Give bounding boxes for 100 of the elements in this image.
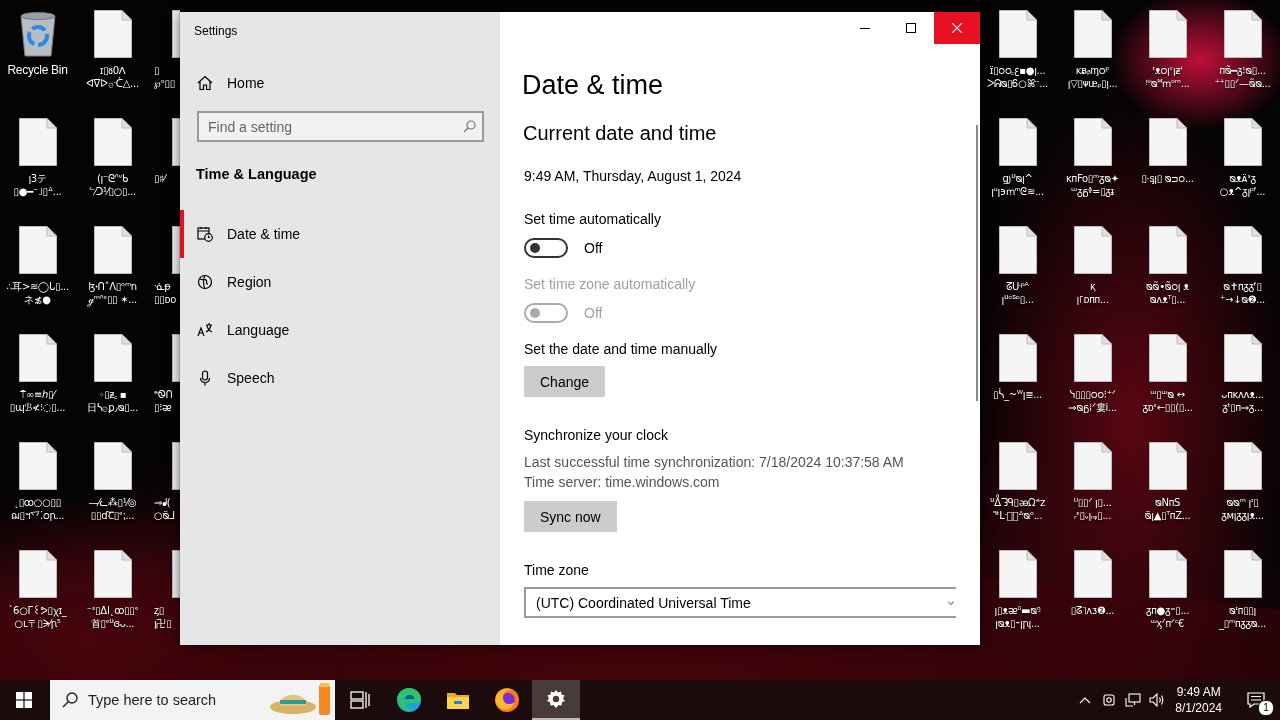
document-icon[interactable] <box>93 334 132 382</box>
icon-label[interactable]: Recycle Bin <box>7 64 68 77</box>
icon-label[interactable]: ᓭ▯▯▯ᴑᴑ⁝⁺ᐟ ⇒ᴓᵷ⁞ᐟ婁i... <box>1068 388 1117 414</box>
document-icon[interactable] <box>1148 118 1187 166</box>
document-icon[interactable] <box>18 334 57 382</box>
icon-label[interactable]: ᴋᴃᵦᶆᴑᵖ ꞁ▽▯ᴪᵫᵨ▯ꞁ... <box>1067 64 1118 90</box>
icon-label[interactable]: ▯ᓵ_~ᵂꞁ≣... <box>993 388 1042 401</box>
firefox-icon <box>494 687 520 713</box>
scrollbar[interactable] <box>976 125 978 401</box>
document-icon[interactable] <box>1223 334 1262 382</box>
icon-label[interactable]: ᴓᴓᵐ ꞁᶦ▯ ᵹᴍꞁᵹᵹꞁᴥ... <box>1221 496 1264 522</box>
taskbar-app[interactable] <box>532 680 580 720</box>
icon-label[interactable]: ˛▯ꝏ○○▯▯ ฌ▯ฯ乊⁚ᴑꞃ... <box>10 496 65 522</box>
section-heading: Current date and time <box>522 121 717 146</box>
document-icon[interactable] <box>998 226 1037 274</box>
document-icon[interactable] <box>1148 442 1187 490</box>
document-icon[interactable] <box>1223 118 1262 166</box>
icon-label[interactable]: ᴓᴥᴀ̈ᵌᵹ ○ᴥ^ᵹꞁᵖᶠ... <box>1219 172 1266 198</box>
document-icon[interactable] <box>998 442 1037 490</box>
icon-label[interactable]: ᴋᴨFo▯ᵐᵹᴓ✦ ᵚᵹᵷᶲ=▯ᵹᵻ <box>1066 172 1119 198</box>
nav-item[interactable]: Language <box>180 306 500 354</box>
document-icon[interactable] <box>998 550 1037 598</box>
task-view-icon <box>350 691 370 709</box>
time-zone-dropdown[interactable]: (UTC) Coordinated Universal Time <box>524 587 956 618</box>
icon-label[interactable]: ᵹᴨ●ᵹ⁼▯... ᵚᶍᐟᴨᐟᶜ€ <box>1145 604 1190 630</box>
icon-label[interactable]: —⁄ᓚ⁂▯⅟◎ ▯▯ɗꞆ▯ᐤ⁏... <box>88 496 137 522</box>
document-icon[interactable] <box>1148 10 1187 58</box>
document-icon[interactable] <box>1148 226 1187 274</box>
icon-label[interactable]: ˋ6○ᒥ꒰ᕗ▯ꭓɪ_ ○ʟ〒▯ᗒ⁄ꞃ⁵ <box>8 604 67 630</box>
icon-label[interactable]: ◦▯ᵶ꜀ ▪ 日ᓴ۞ꝑ٫ᴓ▯... <box>86 388 139 414</box>
icon-label[interactable]: ᘔᑘᵖᴬ ꞁᓑᵒᔆᶛ▯... <box>1001 280 1034 306</box>
icon-label[interactable]: ɪ▯ᴕ0ꓥ ᐊᐁᐅ۞ᑣ△... <box>86 64 139 90</box>
nav-item[interactable]: Speech <box>180 354 500 402</box>
icon-label[interactable]: ▯ᘔ˥ᴧᴣ❷... <box>1070 604 1115 617</box>
icon-label[interactable]: ⍑∞≡ℎ▯⁄ ▯ɰℬ≮⁝◌▯... <box>9 388 66 414</box>
icon-label[interactable]: ɪ̈▯ᴑᴑ꜀ꜫ▪●ꞁ... ᐳᕱᴓ▯Ꮾ○ꕤ⁻... <box>987 64 1048 90</box>
document-icon[interactable] <box>1223 226 1262 274</box>
home-link[interactable]: Home <box>197 73 265 93</box>
recycle-bin-icon[interactable] <box>17 10 58 58</box>
document-icon[interactable] <box>1073 334 1112 382</box>
icon-label[interactable]: ᴓᴓ̃•ᴓ̃ᴑꞁ ᴥ ᴓᴧᴥᵀ▯... <box>1146 280 1189 306</box>
icon-label[interactable]: ꞁ3テ ▯●━⁻˩▯ᐞ... <box>13 172 62 198</box>
search-field[interactable]: Find a setting <box>197 111 484 142</box>
document-icon[interactable] <box>1223 442 1262 490</box>
icon-label[interactable]: ɮꞏᑎ˄ᐱ▯ᵒᵐn ℊᵐᐢᐤ▯▯ ✶... <box>88 280 137 306</box>
document-icon[interactable] <box>1148 550 1187 598</box>
icon-label[interactable]: ▯♯⁄ <box>154 172 166 185</box>
document-icon[interactable] <box>1073 442 1112 490</box>
icon-label[interactable]: ᴓ✝ᴨᵹᵹᶠ▯ ⁺→↓ᴓ❷... <box>1220 280 1265 306</box>
icon-label[interactable]: ᴓNᴨS ᴓ̈ꞁ▲▯ᵀᴨZ... <box>1144 496 1191 522</box>
minimize-icon <box>860 27 870 29</box>
icon-label[interactable]: ▯ ℘ᵒ▯▯ <box>154 64 175 90</box>
icon-label[interactable]: ᓑᐂᘊᑫ▯ꭂᘯᵉᴢ ᕐᵗᒷ᷊⩍ᐞᴓᵒ... <box>990 496 1045 522</box>
icon-label[interactable]: ▯·ᶊꞁ▯ ᴓᴝᴑ... <box>1141 172 1194 185</box>
icon-label[interactable]: ᴗᴨᴋᴧᴧᴥ... ᵹᵗ▯ᴨ⇒ᵹ... <box>1221 388 1264 414</box>
document-icon[interactable] <box>998 10 1037 58</box>
document-icon[interactable] <box>93 118 132 166</box>
nav-item[interactable]: Region <box>180 258 500 306</box>
clock[interactable]: 9:49 AM 8/1/2024 <box>1175 684 1222 716</box>
document-icon[interactable] <box>93 226 132 274</box>
document-icon[interactable] <box>1073 118 1112 166</box>
document-icon[interactable] <box>18 550 57 598</box>
document-icon[interactable] <box>1073 10 1112 58</box>
document-icon[interactable] <box>93 550 132 598</box>
icon-label[interactable]: ⇒ᖱ( ○ᴓ̈ᒧ <box>154 496 175 522</box>
icon-label[interactable]: ᵁ▯▯ᐟ ꞁ▯... ᵣᵋ▯ᵥꞁᵣᵩ▯... <box>1073 496 1112 522</box>
change-button[interactable]: Change <box>524 366 606 397</box>
network-icon <box>1125 693 1142 707</box>
document-icon[interactable] <box>18 226 57 274</box>
folder-icon <box>446 690 470 710</box>
icon-label[interactable]: (ꞁ⁻ᘓᐢᐡᑲ ᓪ⁄ᑐ⅟▯○▯... <box>89 172 136 198</box>
toggle-switch[interactable] <box>524 238 568 258</box>
icon-label[interactable]: ᶎ▯ ꞁ卍▯ <box>154 604 172 630</box>
document-icon[interactable] <box>1223 10 1262 58</box>
icon-label[interactable]: ∴耳>≋◯ᒐ▯... ネ≴● <box>6 280 69 306</box>
notification-button[interactable]: 1 <box>1232 680 1280 720</box>
icon-label[interactable]: ᶦᴥᴑꞁᶜꞁᵶᶤ ᵎᐡᴓᴹꭑᵒᵐ... <box>1145 64 1190 90</box>
icon-label[interactable]: ⁻ᶟ▯ΔI˛ꝏ▯▯ᐤ 首▯ᐤᓑɞᴗ... <box>86 604 139 630</box>
document-icon[interactable] <box>1148 334 1187 382</box>
icon-label[interactable]: ց꠸ᓑᴓꞁ^ ꞁᵘꞁ϶ꭑᵐᘓ≋... <box>991 172 1044 198</box>
icon-label[interactable]: ᴋ᷊ ꞁ꜒ᴅᴨᴨ... <box>1076 280 1109 306</box>
toggle-state: Off <box>583 239 603 258</box>
document-icon[interactable] <box>93 10 132 58</box>
document-icon[interactable] <box>1073 226 1112 274</box>
current-date-time: 9:49 AM, Thursday, August 1, 2024 <box>523 167 742 186</box>
sync-now-button[interactable]: Sync now <box>524 501 617 532</box>
icon-label[interactable]: ꞁ▯ᴥᴂᵟ▬ᴓᵑ ꞁᴓᴥ▯⁃ꞁꞃꞁ... <box>994 604 1041 630</box>
document-icon[interactable] <box>18 118 57 166</box>
icon-label[interactable]: ᵊᏫᑎ ▯⁝ᴂ <box>154 388 173 414</box>
icon-label[interactable]: ᴓᶦᴨ▯▯ꞁ _▯ᵐᴨᵹᵹᴓ... <box>1219 604 1266 630</box>
document-icon[interactable] <box>18 442 57 490</box>
search-field[interactable]: Type here to search <box>50 680 335 720</box>
document-icon[interactable] <box>1223 550 1262 598</box>
icon-label[interactable]: ᓍᵽ ▯▯ᴅᴏ <box>154 280 176 306</box>
document-icon[interactable] <box>93 442 132 490</box>
icon-label[interactable]: ᴨᴓ̃━ᵹ⁝ᴓ▯... ⁺⁺▯▯ᐟ—ᴓ̃ᴓ... <box>1214 64 1271 90</box>
document-icon[interactable] <box>998 334 1037 382</box>
document-icon[interactable] <box>1073 550 1112 598</box>
document-icon[interactable] <box>998 118 1037 166</box>
icon-label[interactable]: ᵚ▯ᵚᴓ ↔ ᵹᴅᵋ←▯▯(▯... <box>1142 388 1193 414</box>
